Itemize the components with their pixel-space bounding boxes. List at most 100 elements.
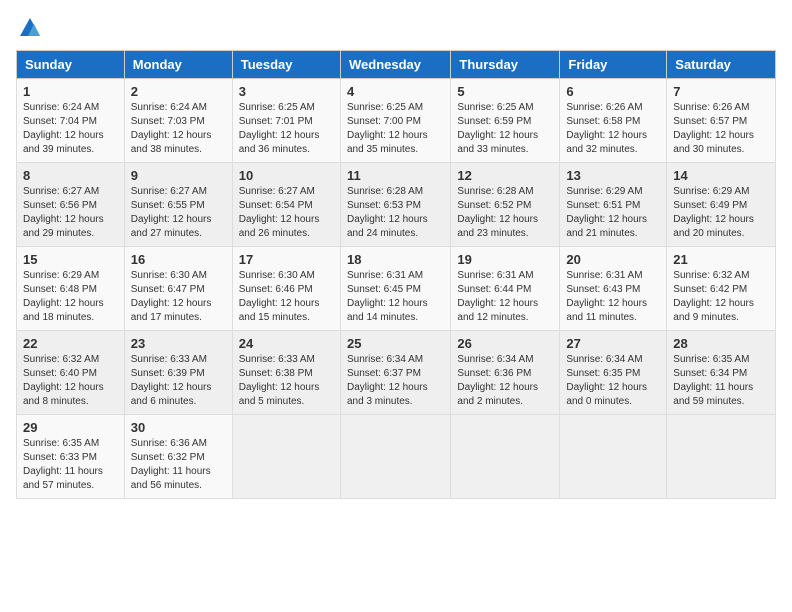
- calendar-week-4: 22Sunrise: 6:32 AM Sunset: 6:40 PM Dayli…: [17, 331, 776, 415]
- calendar-cell-10: 10Sunrise: 6:27 AM Sunset: 6:54 PM Dayli…: [232, 163, 340, 247]
- calendar-cell-empty: [560, 415, 667, 499]
- day-number: 24: [239, 336, 334, 351]
- calendar-cell-20: 20Sunrise: 6:31 AM Sunset: 6:43 PM Dayli…: [560, 247, 667, 331]
- calendar-cell-3: 3 Sunrise: 6:25 AM Sunset: 7:01 PM Daylig…: [232, 79, 340, 163]
- day-number: 21: [673, 252, 769, 267]
- day-number: 11: [347, 168, 444, 183]
- day-info: Sunrise: 6:29 AM Sunset: 6:51 PM Dayligh…: [566, 185, 660, 241]
- day-number: 17: [239, 252, 334, 267]
- day-number: 15: [23, 252, 118, 267]
- calendar-header-row: SundayMondayTuesdayWednesdayThursdayFrid…: [17, 51, 776, 79]
- calendar-cell-empty: [667, 415, 776, 499]
- day-info: Sunrise: 6:25 AM Sunset: 7:01 PM Dayligh…: [239, 101, 334, 157]
- calendar-cell-2: 2 Sunrise: 6:24 AM Sunset: 7:03 PM Daylig…: [124, 79, 232, 163]
- day-info: Sunrise: 6:33 AM Sunset: 6:38 PM Dayligh…: [239, 353, 334, 409]
- day-number: 3: [239, 84, 334, 99]
- day-number: 1: [23, 84, 118, 99]
- calendar-cell-16: 16 Sunrise: 6:30 AM Sunset: 6:47 PM Dayli…: [124, 247, 232, 331]
- calendar-week-2: 8Sunrise: 6:27 AM Sunset: 6:56 PM Daylig…: [17, 163, 776, 247]
- calendar-cell-empty: [232, 415, 340, 499]
- calendar-cell-11: 11 Sunrise: 6:28 AM Sunset: 6:53 PM Dayli…: [340, 163, 450, 247]
- day-number: 10: [239, 168, 334, 183]
- calendar-cell-6: 6 Sunrise: 6:26 AM Sunset: 6:58 PM Daylig…: [560, 79, 667, 163]
- day-info: Sunrise: 6:34 AM Sunset: 6:36 PM Dayligh…: [457, 353, 553, 409]
- calendar-header-friday: Friday: [560, 51, 667, 79]
- day-number: 27: [566, 336, 660, 351]
- calendar-cell-5: 5 Sunrise: 6:25 AM Sunset: 6:59 PM Daylig…: [451, 79, 560, 163]
- calendar-cell-29: 29 Sunrise: 6:35 AM Sunset: 6:33 PM Dayli…: [17, 415, 125, 499]
- calendar-header-thursday: Thursday: [451, 51, 560, 79]
- calendar-cell-15: 15 Sunrise: 6:29 AM Sunset: 6:48 PM Dayli…: [17, 247, 125, 331]
- day-number: 12: [457, 168, 553, 183]
- day-info: Sunrise: 6:25 AM Sunset: 6:59 PM Dayligh…: [457, 101, 553, 157]
- calendar-cell-27: 27 Sunrise: 6:34 AM Sunset: 6:35 PM Dayli…: [560, 331, 667, 415]
- day-info: Sunrise: 6:28 AM Sunset: 6:53 PM Dayligh…: [347, 185, 444, 241]
- calendar-week-1: 1 Sunrise: 6:24 AM Sunset: 7:04 PM Daylig…: [17, 79, 776, 163]
- calendar-header-saturday: Saturday: [667, 51, 776, 79]
- day-info: Sunrise: 6:29 AM Sunset: 6:48 PM Dayligh…: [23, 269, 118, 325]
- calendar-header-monday: Monday: [124, 51, 232, 79]
- day-info: Sunrise: 6:36 AM Sunset: 6:32 PM Dayligh…: [131, 437, 226, 493]
- calendar-cell-23: 23 Sunrise: 6:33 AM Sunset: 6:39 PM Dayli…: [124, 331, 232, 415]
- calendar-cell-4: 4 Sunrise: 6:25 AM Sunset: 7:00 PM Daylig…: [340, 79, 450, 163]
- day-number: 8: [23, 168, 118, 183]
- logo-icon: [18, 16, 42, 40]
- calendar-body: 1 Sunrise: 6:24 AM Sunset: 7:04 PM Daylig…: [17, 79, 776, 499]
- calendar-cell-19: 19 Sunrise: 6:31 AM Sunset: 6:44 PM Dayli…: [451, 247, 560, 331]
- calendar-cell-1: 1 Sunrise: 6:24 AM Sunset: 7:04 PM Daylig…: [17, 79, 125, 163]
- day-number: 28: [673, 336, 769, 351]
- day-number: 4: [347, 84, 444, 99]
- calendar-cell-8: 8Sunrise: 6:27 AM Sunset: 6:56 PM Daylig…: [17, 163, 125, 247]
- day-number: 16: [131, 252, 226, 267]
- day-info: Sunrise: 6:33 AM Sunset: 6:39 PM Dayligh…: [131, 353, 226, 409]
- day-info: Sunrise: 6:31 AM Sunset: 6:43 PM Dayligh…: [566, 269, 660, 325]
- logo: [16, 16, 42, 40]
- day-info: Sunrise: 6:32 AM Sunset: 6:40 PM Dayligh…: [23, 353, 118, 409]
- day-info: Sunrise: 6:31 AM Sunset: 6:45 PM Dayligh…: [347, 269, 444, 325]
- calendar-cell-26: 26 Sunrise: 6:34 AM Sunset: 6:36 PM Dayli…: [451, 331, 560, 415]
- day-info: Sunrise: 6:25 AM Sunset: 7:00 PM Dayligh…: [347, 101, 444, 157]
- calendar-cell-7: 7Sunrise: 6:26 AM Sunset: 6:57 PM Daylig…: [667, 79, 776, 163]
- day-number: 29: [23, 420, 118, 435]
- calendar-table: SundayMondayTuesdayWednesdayThursdayFrid…: [16, 50, 776, 499]
- day-number: 5: [457, 84, 553, 99]
- calendar-cell-24: 24 Sunrise: 6:33 AM Sunset: 6:38 PM Dayli…: [232, 331, 340, 415]
- calendar-week-3: 15 Sunrise: 6:29 AM Sunset: 6:48 PM Dayli…: [17, 247, 776, 331]
- day-info: Sunrise: 6:26 AM Sunset: 6:58 PM Dayligh…: [566, 101, 660, 157]
- calendar-cell-22: 22Sunrise: 6:32 AM Sunset: 6:40 PM Dayli…: [17, 331, 125, 415]
- day-info: Sunrise: 6:35 AM Sunset: 6:34 PM Dayligh…: [673, 353, 769, 409]
- calendar-cell-21: 21 Sunrise: 6:32 AM Sunset: 6:42 PM Dayli…: [667, 247, 776, 331]
- day-info: Sunrise: 6:34 AM Sunset: 6:37 PM Dayligh…: [347, 353, 444, 409]
- day-number: 26: [457, 336, 553, 351]
- calendar-header-sunday: Sunday: [17, 51, 125, 79]
- day-number: 7: [673, 84, 769, 99]
- day-info: Sunrise: 6:29 AM Sunset: 6:49 PM Dayligh…: [673, 185, 769, 241]
- day-number: 2: [131, 84, 226, 99]
- day-info: Sunrise: 6:27 AM Sunset: 6:55 PM Dayligh…: [131, 185, 226, 241]
- day-info: Sunrise: 6:24 AM Sunset: 7:03 PM Dayligh…: [131, 101, 226, 157]
- day-info: Sunrise: 6:31 AM Sunset: 6:44 PM Dayligh…: [457, 269, 553, 325]
- day-number: 19: [457, 252, 553, 267]
- day-info: Sunrise: 6:28 AM Sunset: 6:52 PM Dayligh…: [457, 185, 553, 241]
- day-number: 6: [566, 84, 660, 99]
- day-info: Sunrise: 6:30 AM Sunset: 6:46 PM Dayligh…: [239, 269, 334, 325]
- calendar-cell-17: 17 Sunrise: 6:30 AM Sunset: 6:46 PM Dayli…: [232, 247, 340, 331]
- calendar-cell-empty: [340, 415, 450, 499]
- day-info: Sunrise: 6:35 AM Sunset: 6:33 PM Dayligh…: [23, 437, 118, 493]
- calendar-cell-9: 9 Sunrise: 6:27 AM Sunset: 6:55 PM Daylig…: [124, 163, 232, 247]
- day-number: 18: [347, 252, 444, 267]
- day-info: Sunrise: 6:30 AM Sunset: 6:47 PM Dayligh…: [131, 269, 226, 325]
- calendar-cell-25: 25Sunrise: 6:34 AM Sunset: 6:37 PM Dayli…: [340, 331, 450, 415]
- page-header: [16, 16, 776, 40]
- calendar-cell-empty: [451, 415, 560, 499]
- day-info: Sunrise: 6:32 AM Sunset: 6:42 PM Dayligh…: [673, 269, 769, 325]
- day-info: Sunrise: 6:34 AM Sunset: 6:35 PM Dayligh…: [566, 353, 660, 409]
- calendar-cell-18: 18 Sunrise: 6:31 AM Sunset: 6:45 PM Dayli…: [340, 247, 450, 331]
- calendar-cell-13: 13Sunrise: 6:29 AM Sunset: 6:51 PM Dayli…: [560, 163, 667, 247]
- day-number: 23: [131, 336, 226, 351]
- calendar-cell-12: 12 Sunrise: 6:28 AM Sunset: 6:52 PM Dayli…: [451, 163, 560, 247]
- day-info: Sunrise: 6:24 AM Sunset: 7:04 PM Dayligh…: [23, 101, 118, 157]
- calendar-header-tuesday: Tuesday: [232, 51, 340, 79]
- calendar-cell-14: 14Sunrise: 6:29 AM Sunset: 6:49 PM Dayli…: [667, 163, 776, 247]
- day-number: 9: [131, 168, 226, 183]
